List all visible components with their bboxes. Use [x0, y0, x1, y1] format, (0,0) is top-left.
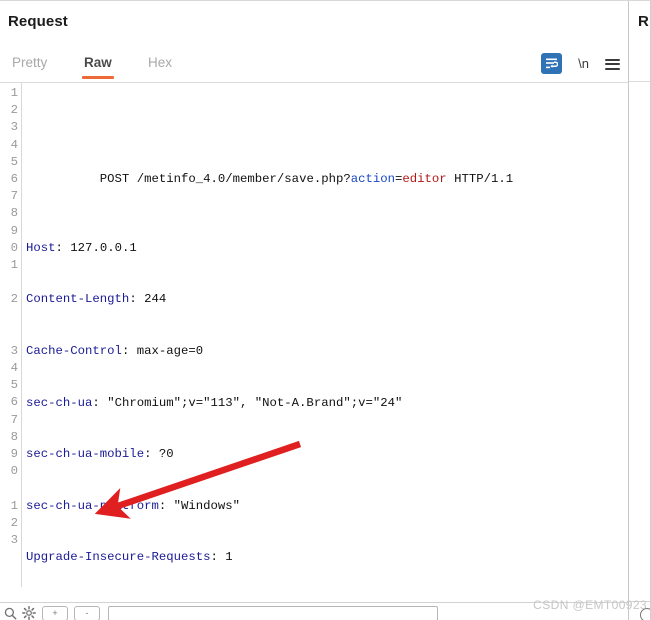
line-number: 5	[10, 154, 18, 169]
line-number: 5	[10, 378, 18, 393]
line-number: 9	[10, 223, 18, 238]
response-tab-divider	[629, 81, 651, 82]
line-number: 9	[10, 446, 18, 461]
line-number-gutter: 1 2 3 4 5 6 7 8 9 0 1 2 3 4 5 6 7 8 9 0 …	[0, 85, 18, 549]
line-number: 1	[10, 86, 18, 100]
line-number: 2	[10, 292, 18, 307]
header-value: max-age=0	[129, 344, 204, 358]
line-number: 2	[10, 515, 18, 530]
request-text[interactable]: POST /metinfo_4.0/member/save.php?action…	[26, 85, 626, 587]
editor-toolbar: \n	[541, 53, 620, 74]
line-number: 8	[10, 429, 18, 444]
search-icon[interactable]	[4, 607, 17, 620]
line-number: 3	[10, 343, 18, 358]
line-number: 3	[10, 532, 18, 547]
footer-button-remove[interactable]: -	[74, 606, 100, 620]
response-panel: R	[629, 1, 651, 620]
gear-icon[interactable]	[22, 606, 36, 620]
header-value: 127.0.0.1	[62, 240, 137, 255]
line-number: 1	[10, 498, 18, 513]
header-name: Upgrade-Insecure-Requests	[26, 550, 211, 565]
header-name: sec-ch-ua-platform	[26, 498, 159, 513]
header-value: 244	[136, 292, 167, 307]
tab-hex[interactable]: Hex	[146, 51, 174, 79]
tab-raw[interactable]: Raw	[82, 51, 114, 79]
line-number: 2	[10, 103, 18, 118]
header-name: Host	[26, 240, 56, 255]
line-number	[0, 326, 18, 343]
header-name: sec-ch-ua	[26, 395, 93, 410]
code-line-header: Content-Length: 244	[26, 292, 167, 307]
tab-strip: Pretty Raw Hex \n	[0, 51, 628, 82]
line-number	[0, 308, 18, 325]
burp-request-viewer: Request Pretty Raw Hex \n 1 2 3 4 5 6 7 …	[0, 0, 651, 620]
header-value: 1	[217, 550, 233, 565]
hamburger-menu-icon[interactable]	[605, 58, 620, 70]
header-value: ?0	[151, 447, 174, 462]
code-line-header: sec-ch-ua: "Chromium";v="113", "Not-A.Br…	[26, 395, 403, 410]
line-number: 7	[10, 189, 18, 204]
gutter-divider	[21, 83, 22, 587]
line-number: 4	[10, 137, 18, 152]
header-value: "Windows"	[166, 498, 241, 513]
response-bottom-divider	[629, 601, 651, 602]
request-panel: Request Pretty Raw Hex \n 1 2 3 4 5 6 7 …	[0, 1, 628, 620]
code-line-header: Cache-Control: max-age=0	[26, 344, 204, 358]
line-number: 8	[10, 206, 18, 221]
header-name: Content-Length	[26, 292, 130, 307]
line-number	[0, 274, 18, 291]
word-wrap-icon[interactable]	[541, 53, 563, 74]
code-line-request: POST /metinfo_4.0/member/save.php?action…	[26, 154, 626, 186]
line-number: 6	[10, 395, 18, 410]
code-line-header: sec-ch-ua-mobile: ?0	[26, 447, 174, 462]
query-param-value: editor	[402, 172, 447, 187]
editor-footer: + -	[0, 603, 628, 620]
line-number: 0	[10, 240, 18, 255]
line-number: 0	[10, 464, 18, 479]
newline-toggle-button[interactable]: \n	[576, 56, 591, 71]
raw-request-editor[interactable]: 1 2 3 4 5 6 7 8 9 0 1 2 3 4 5 6 7 8 9 0 …	[0, 83, 628, 587]
page-title: Request	[8, 13, 68, 30]
line-number	[0, 480, 18, 497]
line-number: 7	[10, 412, 18, 427]
query-param-key: action	[350, 172, 396, 187]
code-line-header: sec-ch-ua-platform: "Windows"	[26, 498, 241, 513]
line-number: 1	[10, 257, 18, 272]
header-name: sec-ch-ua-mobile	[26, 447, 145, 462]
code-line-header: Upgrade-Insecure-Requests: 1	[26, 550, 233, 565]
http-method: POST	[99, 172, 130, 187]
code-line-header: Host: 127.0.0.1	[26, 240, 137, 255]
header-value: "Chromium";v="113", "Not-A.Brand";v="24"	[99, 395, 403, 410]
tab-pretty[interactable]: Pretty	[10, 51, 49, 79]
search-input[interactable]	[108, 606, 438, 620]
line-number: 6	[10, 171, 18, 186]
response-title: R	[638, 13, 649, 30]
http-version: HTTP/1.1	[446, 172, 514, 187]
header-name: Cache-Control	[26, 344, 122, 358]
line-number: 4	[10, 361, 18, 375]
footer-button-add[interactable]: +	[42, 606, 68, 620]
request-path: /metinfo_4.0/member/save.php?	[136, 172, 351, 187]
line-number: 3	[10, 120, 18, 135]
